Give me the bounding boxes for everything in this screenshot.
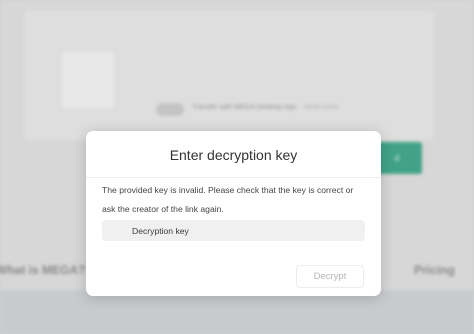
- decryption-key-input[interactable]: [102, 220, 365, 241]
- dialog-title: Enter decryption key: [169, 147, 298, 163]
- dialog-divider: [86, 177, 381, 178]
- dialog-message: The provided key is invalid. Please chec…: [102, 185, 354, 214]
- decryption-key-dialog: Enter decryption key The provided key is…: [86, 131, 381, 296]
- decrypt-button[interactable]: Decrypt: [296, 265, 364, 288]
